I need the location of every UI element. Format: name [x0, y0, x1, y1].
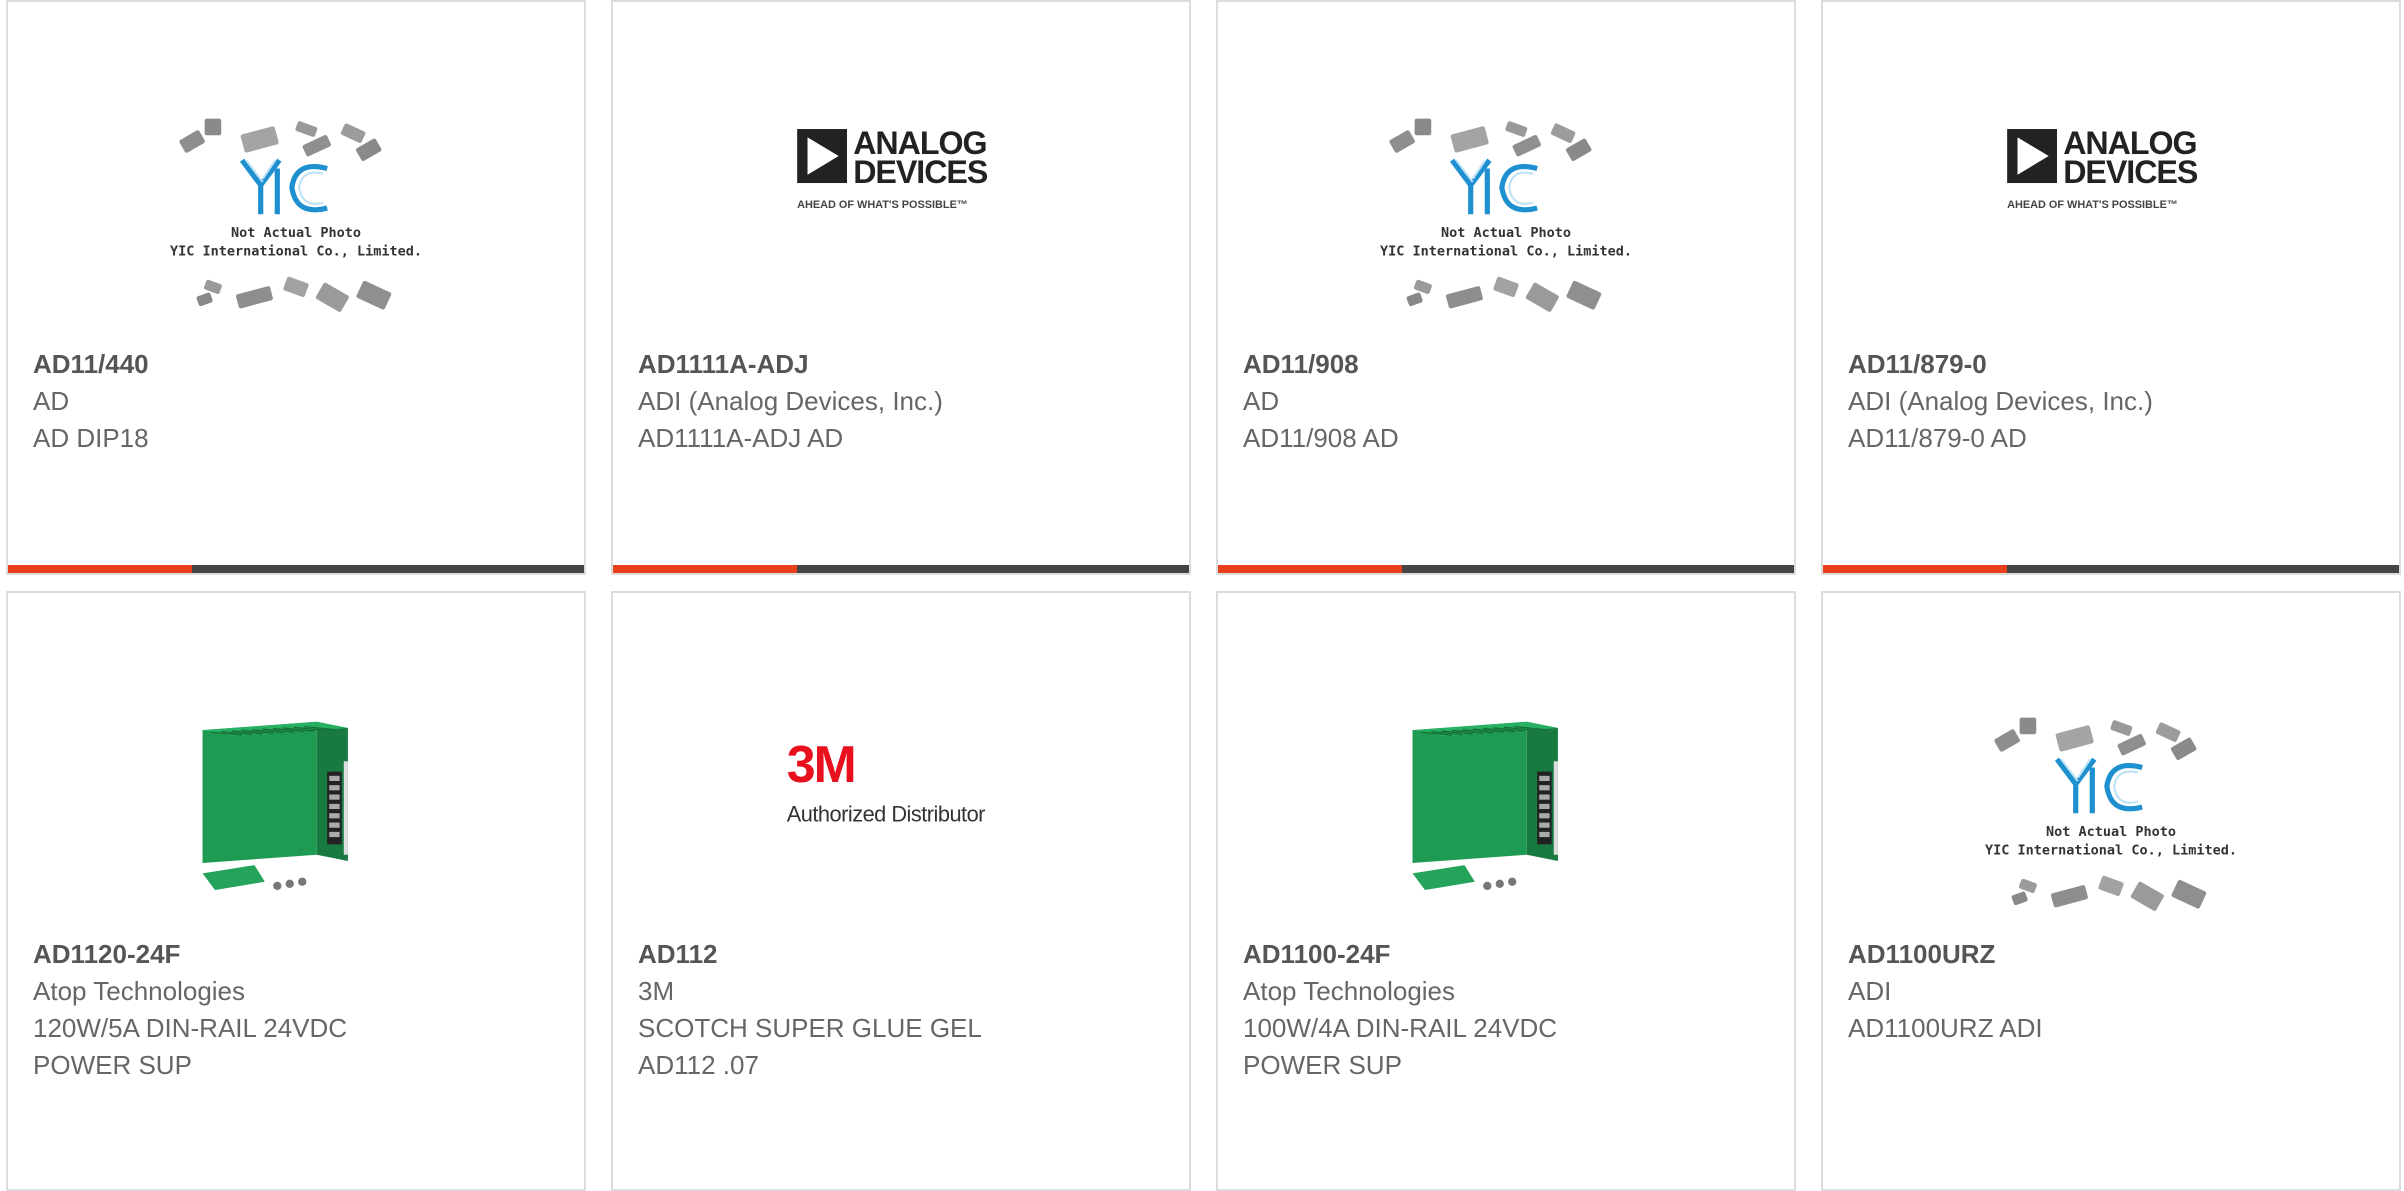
- power-supply-photo-icon[interactable]: [1371, 698, 1641, 918]
- progress-fill: [1823, 565, 2008, 573]
- product-image[interactable]: Not Actual Photo YIC International Co., L…: [1218, 80, 1794, 338]
- product-image[interactable]: 3M Authorized Distributor: [613, 673, 1189, 943]
- manufacturer: 3M: [638, 976, 675, 1006]
- product-image[interactable]: [8, 673, 584, 943]
- description-line: 100W/4A DIN-RAIL 24VDC: [1243, 1013, 1558, 1043]
- product-card[interactable]: Not Actual Photo YIC International Co., L…: [1821, 591, 2401, 1191]
- manufacturer: ADI: [1848, 976, 1892, 1006]
- product-info: AD1100-24F Atop Technologies 100W/4A DIN…: [1243, 936, 1774, 1084]
- product-card[interactable]: Not Actual Photo YIC International Co., L…: [1216, 0, 1796, 575]
- card-progress-bar: [8, 565, 584, 573]
- description-line: AD1100URZ ADI: [1848, 1013, 2043, 1043]
- part-number-link[interactable]: AD1100URZ: [1848, 936, 2379, 973]
- description-line: 120W/5A DIN-RAIL 24VDC: [33, 1013, 348, 1043]
- part-number-link[interactable]: AD1100-24F: [1243, 936, 1774, 973]
- svg-text:AHEAD OF WHAT'S POSSIBLE™: AHEAD OF WHAT'S POSSIBLE™: [2007, 199, 2178, 211]
- description-line: AD11/908 AD: [1243, 423, 1399, 453]
- product-card[interactable]: AD1120-24F Atop Technologies 120W/5A DIN…: [6, 591, 586, 1191]
- product-info: AD11/440 AD AD DIP18: [33, 346, 564, 457]
- product-card[interactable]: Not Actual Photo YIC International Co., L…: [6, 0, 586, 575]
- power-supply-photo-icon[interactable]: [161, 698, 431, 918]
- product-info: AD112 3M SCOTCH SUPER GLUE GEL AD112 .07: [638, 936, 1169, 1084]
- description-line: AD DIP18: [33, 423, 149, 453]
- svg-text:DEVICES: DEVICES: [2063, 154, 2198, 190]
- manufacturer: ADI (Analog Devices, Inc.): [638, 386, 943, 416]
- yic-placeholder-icon[interactable]: Not Actual Photo YIC International Co., L…: [1371, 99, 1641, 319]
- svg-text:DEVICES: DEVICES: [853, 154, 988, 190]
- product-info: AD1111A-ADJ ADI (Analog Devices, Inc.) A…: [638, 346, 1169, 457]
- product-image[interactable]: Not Actual Photo YIC International Co., L…: [1823, 673, 2399, 943]
- product-image[interactable]: ANALOG DEVICES AHEAD OF WHAT'S POSSIBLE™: [1823, 80, 2399, 338]
- product-card[interactable]: ANALOG DEVICES AHEAD OF WHAT'S POSSIBLE™ A…: [611, 0, 1191, 575]
- image-caption-line2: YIC International Co., Limited.: [1985, 843, 2237, 859]
- part-number-link[interactable]: AD11/440: [33, 346, 564, 383]
- card-progress-bar: [613, 565, 1189, 573]
- yic-placeholder-icon[interactable]: Not Actual Photo YIC International Co., L…: [161, 99, 431, 319]
- product-info: AD11/879-0 ADI (Analog Devices, Inc.) AD…: [1848, 346, 2379, 457]
- manufacturer: AD: [33, 386, 70, 416]
- image-caption-line1: Not Actual Photo: [231, 225, 361, 241]
- product-card[interactable]: ANALOG DEVICES AHEAD OF WHAT'S POSSIBLE™ A…: [1821, 0, 2401, 575]
- description-line: POWER SUP: [33, 1050, 192, 1080]
- part-number-link[interactable]: AD11/908: [1243, 346, 1774, 383]
- part-number-link[interactable]: AD11/879-0: [1848, 346, 2379, 383]
- description-line: POWER SUP: [1243, 1050, 1402, 1080]
- svg-text:Authorized Distributor: Authorized Distributor: [787, 802, 985, 827]
- analog-devices-logo-icon[interactable]: ANALOGDEVICESAHEAD OF WHAT'S POSSIBLE™: [1976, 99, 2246, 319]
- part-number-link[interactable]: AD1120-24F: [33, 936, 564, 973]
- yic-placeholder-icon[interactable]: Not Actual Photo YIC International Co., L…: [1976, 698, 2246, 918]
- card-progress-bar: [1823, 565, 2399, 573]
- manufacturer: Atop Technologies: [33, 976, 246, 1006]
- image-caption-line1: Not Actual Photo: [1441, 225, 1571, 241]
- progress-fill: [613, 565, 798, 573]
- product-info: AD1120-24F Atop Technologies 120W/5A DIN…: [33, 936, 564, 1084]
- svg-text:AHEAD OF WHAT'S POSSIBLE™: AHEAD OF WHAT'S POSSIBLE™: [797, 199, 968, 211]
- product-info: AD1100URZ ADI AD1100URZ ADI: [1848, 936, 2379, 1047]
- image-caption-line2: YIC International Co., Limited.: [1380, 244, 1632, 260]
- product-image[interactable]: Not Actual Photo YIC International Co., L…: [8, 80, 584, 338]
- 3m-logo-icon[interactable]: 3M Authorized Distributor: [766, 698, 1036, 918]
- progress-fill: [8, 565, 193, 573]
- product-info: AD11/908 AD AD11/908 AD: [1243, 346, 1774, 457]
- image-caption-line2: YIC International Co., Limited.: [170, 244, 422, 260]
- manufacturer: Atop Technologies: [1243, 976, 1456, 1006]
- svg-text:3M: 3M: [787, 736, 855, 794]
- image-caption-line1: Not Actual Photo: [2046, 824, 2176, 840]
- description-line: AD112 .07: [638, 1050, 759, 1080]
- product-image[interactable]: ANALOG DEVICES AHEAD OF WHAT'S POSSIBLE™: [613, 80, 1189, 338]
- product-card[interactable]: 3M Authorized Distributor AD112 3M SCOTCH…: [611, 591, 1191, 1191]
- description-line: SCOTCH SUPER GLUE GEL: [638, 1013, 982, 1043]
- manufacturer: ADI (Analog Devices, Inc.): [1848, 386, 2153, 416]
- analog-devices-logo-icon[interactable]: ANALOGDEVICESAHEAD OF WHAT'S POSSIBLE™: [766, 99, 1036, 319]
- part-number-link[interactable]: AD112: [638, 936, 1169, 973]
- description-line: AD1111A-ADJ AD: [638, 423, 844, 453]
- progress-fill: [1218, 565, 1403, 573]
- product-card[interactable]: AD1100-24F Atop Technologies 100W/4A DIN…: [1216, 591, 1796, 1191]
- product-grid: Not Actual Photo YIC International Co., L…: [6, 0, 2402, 1191]
- manufacturer: AD: [1243, 386, 1280, 416]
- card-progress-bar: [1218, 565, 1794, 573]
- product-image[interactable]: [1218, 673, 1794, 943]
- part-number-link[interactable]: AD1111A-ADJ: [638, 346, 1169, 383]
- description-line: AD11/879-0 AD: [1848, 423, 2027, 453]
